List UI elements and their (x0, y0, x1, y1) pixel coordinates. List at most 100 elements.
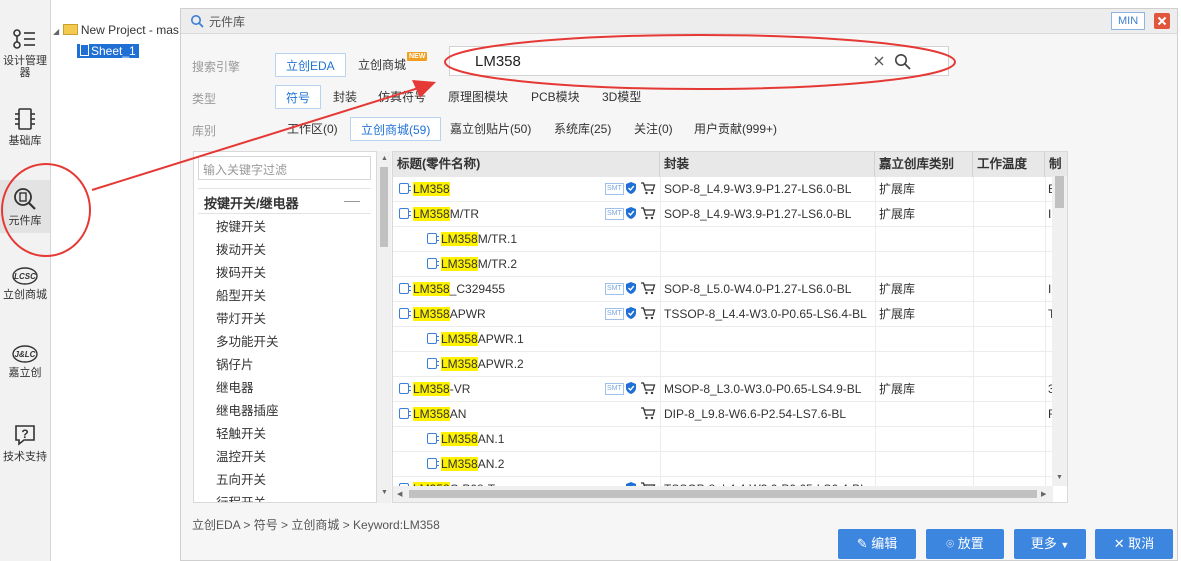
verified-shield-icon (625, 277, 637, 301)
table-row[interactable]: LM358M/TR.1 (393, 227, 1053, 252)
table-row[interactable]: LM358-VR SMT MSOP-8_L3.0-W3.0-P0.65-LS4.9-… (393, 377, 1055, 402)
category-item[interactable]: 拨码开关 (216, 262, 266, 285)
category-group-header[interactable]: 按键开关/继电器 (198, 188, 371, 214)
scroll-right-icon[interactable]: ▶ (1041, 490, 1046, 498)
cart-icon[interactable] (640, 277, 656, 301)
package-cell: MSOP-8_L3.0-W3.0-P0.65-LS4.9-BL (664, 382, 862, 396)
library-option-lcsc[interactable]: 立创商城(59) (350, 117, 442, 141)
part-title[interactable]: LM358_C329455 (399, 277, 505, 301)
cancel-button[interactable]: ✕ 取消 (1095, 529, 1173, 559)
part-title[interactable]: LM358M/TR (399, 202, 479, 226)
category-item[interactable]: 轻触开关 (216, 423, 266, 446)
sheet-label[interactable]: Sheet_1 (77, 44, 139, 58)
search-box[interactable]: LM358 (449, 46, 949, 76)
table-row[interactable]: LM358APWR.1 (393, 327, 1053, 352)
rail-component-library[interactable]: 元件库 (0, 180, 50, 233)
search-input[interactable]: LM358 (475, 53, 521, 70)
tree-sheet-node[interactable]: Sheet_1 (77, 42, 139, 60)
engine-option-lceda[interactable]: 立创EDA (275, 53, 346, 77)
category-item[interactable]: 拨动开关 (216, 239, 266, 262)
category-item[interactable]: 温控开关 (216, 446, 266, 469)
col-header-category[interactable]: 嘉立创库类别 (875, 152, 973, 177)
search-submit-icon[interactable] (894, 53, 911, 70)
table-row[interactable]: LM358APWR.2 (393, 352, 1053, 377)
type-option-schematic-module[interactable]: 原理图模块 (448, 85, 508, 109)
cart-icon[interactable] (640, 177, 656, 201)
table-row[interactable]: LM358_C329455 SMT SOP-8_L5.0-W4.0-P1.27-LS… (393, 277, 1053, 302)
cart-icon[interactable] (640, 202, 656, 226)
table-row[interactable]: LM358AN.1 (393, 427, 1053, 452)
table-vscrollbar[interactable]: ▲ ▼ (1052, 176, 1067, 486)
close-button[interactable] (1154, 13, 1170, 29)
rail-jlc[interactable]: J&LC 嘉立创 (0, 344, 50, 379)
collapse-icon[interactable] (344, 201, 360, 202)
category-scrollbar[interactable]: ▲ ▼ (377, 151, 391, 503)
type-option-pcb-module[interactable]: PCB模块 (531, 85, 580, 109)
part-title[interactable]: LM358 (399, 177, 450, 201)
type-option-footprint[interactable]: 封装 (333, 85, 357, 109)
package-cell (664, 352, 873, 376)
part-title[interactable]: LM358AN.2 (427, 452, 504, 476)
tree-project-node[interactable]: ◢ New Project - mas (53, 21, 179, 39)
rail-lcsc-mall[interactable]: LCSC 立创商城 (0, 266, 50, 301)
category-item[interactable]: 带灯开关 (216, 308, 266, 331)
table-row[interactable]: LM358M/TR SMT SOP-8_L4.9-W3.9-P1.27-LS6.0-… (393, 202, 1053, 227)
category-filter-input[interactable]: 输入关键字过滤 (198, 156, 371, 180)
library-option-workspace[interactable]: 工作区(0) (287, 117, 338, 141)
type-option-sim-symbol[interactable]: 仿真符号 (378, 85, 426, 109)
category-item[interactable]: 多功能开关 (216, 331, 279, 354)
category-item[interactable]: 行程开关 (216, 492, 266, 502)
part-title[interactable]: LM358M/TR.1 (427, 227, 517, 251)
part-title[interactable]: LM358M/TR.2 (427, 252, 517, 276)
rail-basic-library[interactable]: 基础库 (0, 106, 50, 147)
cart-icon[interactable] (640, 377, 656, 401)
scroll-down-icon[interactable]: ▼ (1056, 474, 1063, 481)
library-option-jlc-smt[interactable]: 嘉立创贴片(50) (450, 117, 531, 141)
category-item[interactable]: 锅仔片 (216, 354, 254, 377)
rail-tech-support[interactable]: ? 技术支持 (0, 422, 50, 463)
vscroll-thumb[interactable] (1055, 176, 1064, 208)
part-title[interactable]: LM358APWR.1 (427, 327, 524, 351)
table-row[interactable]: LM358M/TR.2 (393, 252, 1053, 277)
more-button[interactable]: 更多 ▼ (1014, 529, 1086, 559)
scroll-thumb[interactable] (380, 167, 388, 247)
category-item[interactable]: 船型开关 (216, 285, 266, 308)
expand-arrow-icon[interactable]: ◢ (53, 27, 59, 36)
type-option-symbol[interactable]: 符号 (275, 85, 322, 109)
clear-icon[interactable] (873, 55, 885, 67)
category-item[interactable]: 五向开关 (216, 469, 266, 492)
table-row[interactable]: LM358 SMT SOP-8_L4.9-W3.9-P1.27-LS6.0-BL 扩展… (393, 177, 1056, 202)
engine-option-lcsc[interactable]: 立创商城 (358, 53, 406, 77)
part-title[interactable]: LM358APWR (399, 302, 486, 326)
category-item[interactable]: 继电器 (216, 377, 254, 400)
part-title[interactable]: LM358AN (399, 402, 466, 426)
category-item[interactable]: 继电器插座 (216, 400, 279, 423)
table-row[interactable]: LM358ANDIP-8_L9.8-W6.6-P2.54-LS7.6-BLF (393, 402, 1055, 427)
cart-icon[interactable] (640, 402, 656, 426)
edit-button[interactable]: ✎ 编辑 (838, 529, 916, 559)
scroll-up-icon[interactable]: ▲ (381, 155, 388, 162)
library-option-system[interactable]: 系统库(25) (554, 117, 611, 141)
place-button[interactable]: ⌾ 放置 (926, 529, 1004, 559)
category-item[interactable]: 按键开关 (216, 216, 266, 239)
part-title[interactable]: LM358APWR.2 (427, 352, 524, 376)
col-header-temp[interactable]: 工作温度 (973, 152, 1045, 177)
scroll-left-icon[interactable]: ◀ (397, 490, 402, 498)
table-hscrollbar[interactable]: ◀ ▶ (393, 486, 1053, 502)
table-row[interactable]: LM358APWR SMT TSSOP-8_L4.4-W3.0-P0.65-LS6.… (393, 302, 1055, 327)
col-header-mfr[interactable]: 制 (1045, 152, 1067, 177)
col-header-package[interactable]: 封装 (660, 152, 875, 177)
minimize-button[interactable]: MIN (1111, 12, 1146, 30)
hscroll-thumb[interactable] (409, 490, 1037, 498)
table-row[interactable]: LM358AN.2 (393, 452, 1053, 477)
col-header-title[interactable]: 标题(零件名称) (393, 152, 660, 177)
cart-icon[interactable] (640, 302, 656, 326)
scroll-down-icon[interactable]: ▼ (381, 489, 388, 496)
part-title[interactable]: LM358-VR (399, 377, 470, 401)
rail-design-manager[interactable]: 设计管理器 (0, 28, 50, 79)
library-option-follow[interactable]: 关注(0) (634, 117, 673, 141)
type-option-3d-model[interactable]: 3D模型 (602, 85, 641, 109)
library-option-user-contrib[interactable]: 用户贡献(999+) (694, 117, 777, 141)
part-title[interactable]: LM358AN.1 (427, 427, 504, 451)
dialog-titlebar[interactable]: 元件库 MIN (181, 9, 1177, 34)
